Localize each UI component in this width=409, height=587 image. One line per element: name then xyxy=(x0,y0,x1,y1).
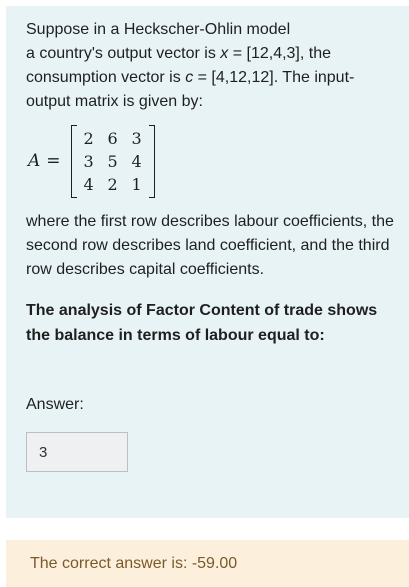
matrix-equation: A = 2 6 3 3 5 4 4 2 1 xyxy=(28,122,395,200)
matrix-cell: 3 xyxy=(131,128,142,148)
question-intro: Suppose in a Heckscher-Ohlin model a cou… xyxy=(26,18,395,114)
matrix-description: where the first row describes labour coe… xyxy=(26,213,394,278)
intro-line-2: a country's output vector is x = [12,4,3… xyxy=(26,45,332,62)
matrix-cell: 3 xyxy=(83,151,94,171)
matrix-cell: 4 xyxy=(131,151,142,171)
answer-label: Answer: xyxy=(26,396,84,413)
matrix-cell: 5 xyxy=(107,151,118,171)
question-card: Suppose in a Heckscher-Ohlin model a cou… xyxy=(6,6,409,518)
matrix-cell: 2 xyxy=(107,174,118,194)
question-prompt: The analysis of Factor Content of trade … xyxy=(26,302,378,344)
matrix-equals: = xyxy=(46,151,61,171)
answer-input[interactable] xyxy=(26,432,128,472)
matrix-cell: 4 xyxy=(83,174,94,194)
input-output-matrix: 2 6 3 3 5 4 4 2 1 xyxy=(70,124,155,198)
intro-line-3: consumption vector is c = [4,12,12]. The… xyxy=(26,69,355,86)
matrix-cell: 6 xyxy=(107,128,118,148)
intro-line-1: Suppose in a Heckscher-Ohlin model xyxy=(26,21,291,38)
matrix-cell: 2 xyxy=(83,128,94,148)
intro-line-4: output matrix is given by: xyxy=(26,93,203,110)
matrix-label: A xyxy=(28,151,41,171)
feedback-card: The correct answer is: -59.00 xyxy=(6,540,409,587)
matrix-cell: 1 xyxy=(131,174,142,194)
correct-answer-text: The correct answer is: -59.00 xyxy=(30,555,238,572)
